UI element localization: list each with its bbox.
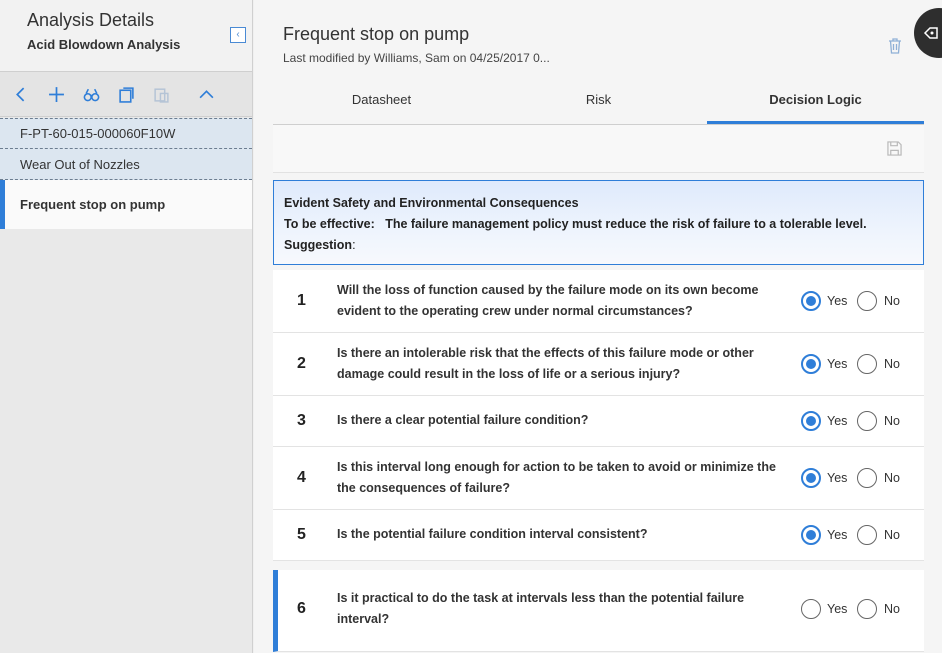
question-text-line: Will the loss of function caused by the … (337, 283, 759, 297)
sidebar-header: Analysis Details Acid Blowdown Analysis … (0, 0, 252, 72)
chevron-up-icon[interactable] (197, 85, 215, 103)
question-row: 3 Is there a clear potential failure con… (273, 396, 924, 447)
yes-label: Yes (827, 602, 848, 616)
suggestion-colon: : (352, 238, 356, 252)
action-bar (273, 125, 924, 173)
consequence-info-box: Evident Safety and Environmental Consequ… (273, 180, 924, 265)
yes-radio[interactable] (801, 354, 821, 374)
no-label: No (884, 471, 900, 485)
question-number: 1 (297, 292, 306, 309)
suggestion-label: Suggestion (284, 238, 353, 252)
tab-datasheet[interactable]: Datasheet (273, 82, 490, 124)
question-row: 5 Is the potential failure condition int… (273, 510, 924, 561)
question-number: 3 (297, 412, 306, 429)
trash-icon[interactable] (888, 38, 902, 54)
no-radio[interactable] (857, 291, 877, 311)
tree-item[interactable]: Wear Out of Nozzles (0, 149, 252, 180)
no-radio[interactable] (857, 599, 877, 619)
question-text: Is it practical to do the task at interv… (337, 588, 787, 630)
main-panel: Frequent stop on pump Last modified by W… (254, 0, 942, 653)
back-icon[interactable] (12, 85, 30, 103)
no-radio[interactable] (857, 468, 877, 488)
question-row-selected[interactable]: 6 Is it practical to do the task at inte… (273, 570, 924, 652)
sidebar-title: Analysis Details (27, 10, 155, 30)
question-row: 1 Will the loss of function caused by th… (273, 270, 924, 333)
question-text: Is there a clear potential failure condi… (337, 410, 787, 431)
no-radio[interactable] (857, 525, 877, 545)
copy-icon[interactable] (117, 85, 135, 103)
yes-radio[interactable] (801, 599, 821, 619)
tab-decision-logic[interactable]: Decision Logic (707, 82, 924, 124)
binoculars-icon[interactable] (82, 85, 100, 103)
consequence-heading: Evident Safety and Environmental Consequ… (284, 196, 579, 210)
yes-label: Yes (827, 294, 848, 308)
yes-radio[interactable] (801, 291, 821, 311)
yes-label: Yes (827, 471, 848, 485)
no-radio[interactable] (857, 354, 877, 374)
question-text-line: Is there an intolerable risk that the ef… (337, 346, 754, 360)
question-text-line: Is it practical to do the task at interv… (337, 591, 745, 605)
yes-radio[interactable] (801, 468, 821, 488)
yes-label: Yes (827, 528, 848, 542)
question-text: Is this interval long enough for action … (337, 457, 787, 499)
question-row: 4 Is this interval long enough for actio… (273, 447, 924, 510)
question-text: Is there an intolerable risk that the ef… (337, 343, 787, 385)
save-icon[interactable] (887, 141, 902, 156)
yes-radio[interactable] (801, 411, 821, 431)
yes-label: Yes (827, 357, 848, 371)
last-modified-text: Last modified by Williams, Sam on 04/25/… (283, 51, 550, 65)
question-text-line: damage could result in the loss of life … (337, 367, 681, 381)
question-text-line: the consequences of failure? (337, 481, 510, 495)
question-text-line: interval? (337, 612, 390, 626)
question-text-line: Is there a clear potential failure condi… (337, 413, 589, 427)
effective-text: The failure management policy must reduc… (385, 217, 867, 231)
page-title: Frequent stop on pump (283, 24, 470, 44)
tree-item-selected[interactable]: Frequent stop on pump (0, 180, 252, 229)
question-list: 1 Will the loss of function caused by th… (273, 270, 924, 652)
no-label: No (884, 602, 900, 616)
no-radio[interactable] (857, 411, 877, 431)
add-icon[interactable] (47, 85, 65, 103)
tree-item[interactable]: F-PT-60-015-000060F10W (0, 118, 252, 149)
question-text-line: evident to the operating crew under norm… (337, 304, 693, 318)
question-number: 2 (297, 355, 306, 372)
tag-icon (923, 27, 938, 39)
question-text: Will the loss of function caused by the … (337, 280, 787, 322)
no-label: No (884, 357, 900, 371)
question-number: 5 (297, 526, 306, 543)
sidebar-toolbar (0, 72, 252, 117)
left-panel: Analysis Details Acid Blowdown Analysis … (0, 0, 253, 653)
no-label: No (884, 294, 900, 308)
question-text-line: Is the potential failure condition inter… (337, 527, 648, 541)
effective-label: To be effective: (284, 217, 375, 231)
yes-label: Yes (827, 414, 848, 428)
side-panel-toggle[interactable] (914, 8, 942, 58)
question-number: 4 (297, 469, 306, 486)
tab-bar: Datasheet Risk Decision Logic (273, 82, 924, 125)
no-label: No (884, 414, 900, 428)
question-row: 2 Is there an intolerable risk that the … (273, 333, 924, 396)
question-text-line: Is this interval long enough for action … (337, 460, 776, 474)
paste-icon[interactable] (152, 85, 170, 103)
no-label: No (884, 528, 900, 542)
question-text: Is the potential failure condition inter… (337, 524, 787, 545)
collapse-panel-button[interactable]: ‹ (230, 27, 246, 43)
tab-risk[interactable]: Risk (490, 82, 707, 124)
sidebar-subtitle: Acid Blowdown Analysis (27, 37, 181, 52)
yes-radio[interactable] (801, 525, 821, 545)
question-number: 6 (297, 600, 306, 617)
